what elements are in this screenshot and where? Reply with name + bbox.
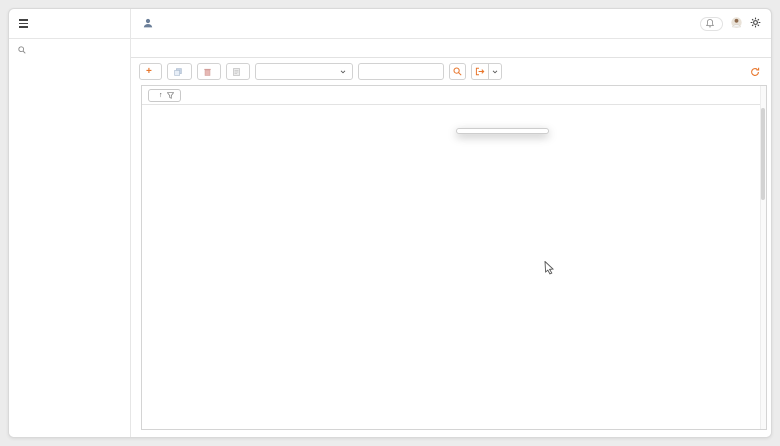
top-bar-brand xyxy=(9,9,131,38)
settings-gear-icon[interactable] xyxy=(750,15,761,33)
employees-grid: ↑ xyxy=(141,85,767,430)
chevron-down-icon xyxy=(340,70,346,74)
filter-funnel-icon[interactable] xyxy=(167,92,174,99)
bell-icon xyxy=(706,19,714,28)
scrollbar-thumb[interactable] xyxy=(761,108,765,200)
export-options-button[interactable] xyxy=(488,63,502,80)
search-icon xyxy=(18,46,26,54)
sort-ascending-icon: ↑ xyxy=(159,92,163,99)
clone-icon xyxy=(174,68,182,76)
page-header xyxy=(131,9,700,38)
tab-bar xyxy=(131,39,771,58)
chevron-down-icon xyxy=(492,70,498,74)
trash-icon xyxy=(204,68,211,76)
column-context-menu xyxy=(456,128,549,134)
top-bar xyxy=(9,9,771,39)
clone-button[interactable] xyxy=(167,63,192,80)
export-icon xyxy=(475,67,485,76)
sidebar-filter-input[interactable] xyxy=(31,45,111,54)
delete-button[interactable] xyxy=(197,63,221,80)
report-icon xyxy=(233,68,240,76)
sidebar xyxy=(9,39,131,437)
refresh-icon xyxy=(750,67,760,77)
show-in-report-button[interactable] xyxy=(226,63,250,80)
search-button[interactable] xyxy=(449,63,466,80)
refresh-button[interactable] xyxy=(746,63,763,80)
hamburger-menu-icon[interactable] xyxy=(19,19,28,27)
search-icon xyxy=(453,67,462,76)
sidebar-filter xyxy=(9,39,130,58)
top-bar-actions xyxy=(700,9,771,38)
user-avatar[interactable] xyxy=(731,15,742,33)
plus-icon: + xyxy=(146,67,152,77)
vertical-scrollbar[interactable] xyxy=(760,86,766,429)
sidebar-tree xyxy=(9,58,130,61)
list-view-filter-select[interactable] xyxy=(255,63,353,80)
export-button[interactable] xyxy=(471,63,488,80)
group-by-panel: ↑ xyxy=(142,86,766,105)
new-button[interactable]: + xyxy=(139,63,162,80)
employees-page-icon xyxy=(143,15,153,33)
toolbar: + xyxy=(131,58,771,85)
main-area: + ↑ xyxy=(131,39,771,437)
group-chip-department[interactable]: ↑ xyxy=(148,89,181,102)
search-input[interactable] xyxy=(358,63,444,80)
app-window: + ↑ xyxy=(8,8,772,438)
export-split-button xyxy=(471,63,502,80)
notifications-button[interactable] xyxy=(700,17,723,31)
